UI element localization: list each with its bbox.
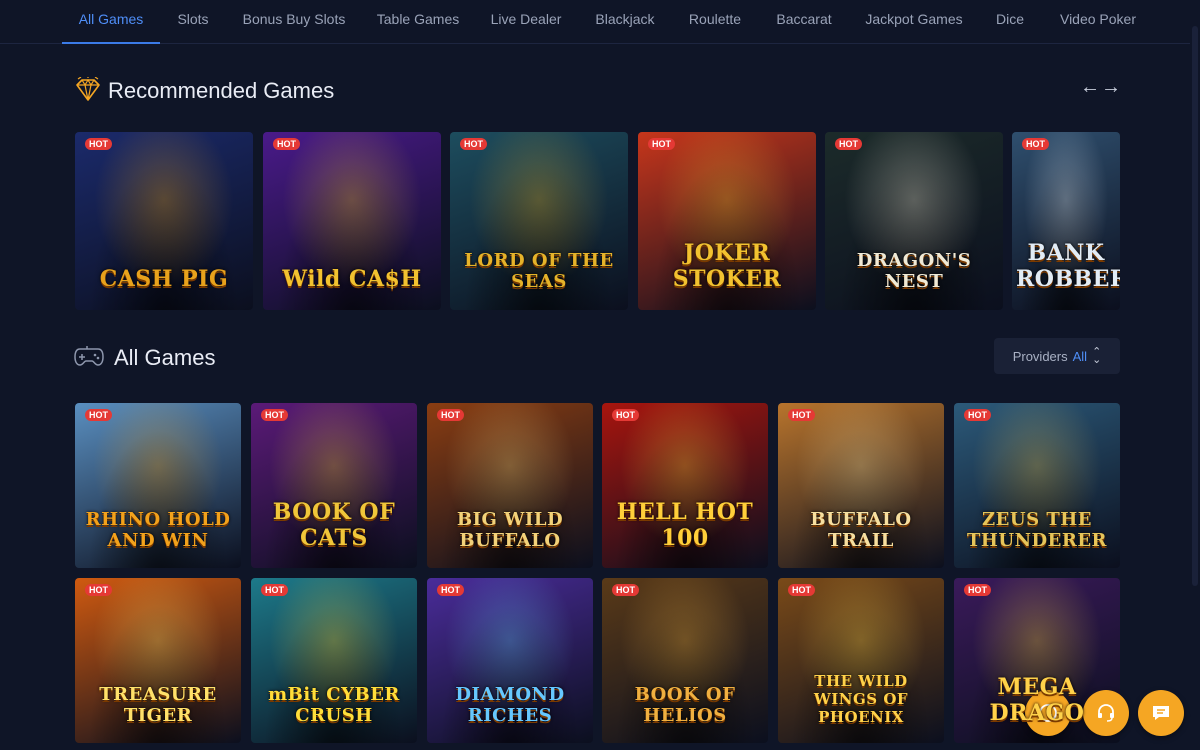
hot-badge: HOT xyxy=(648,138,675,150)
chevron-updown-icon: ⌃ ⌄ xyxy=(1092,346,1102,366)
hot-badge: HOT xyxy=(835,138,862,150)
game-title: LORD OF THE SEAS xyxy=(464,250,614,292)
game-tile-treasure-tiger[interactable]: HOT TREASURE TIGER xyxy=(75,578,241,743)
tab-slots[interactable]: Slots xyxy=(168,0,218,44)
tab-all-games[interactable]: All Games xyxy=(62,0,160,44)
game-title: mBit CYBER CRUSH xyxy=(268,684,400,726)
game-tile-rhino-hold-and-win[interactable]: HOT RHINO HOLD AND WIN xyxy=(75,403,241,568)
hot-badge: HOT xyxy=(788,584,815,596)
tab-roulette[interactable]: Roulette xyxy=(682,0,748,44)
hot-badge: HOT xyxy=(261,409,288,421)
game-tile-cash-pig[interactable]: HOT CASH PIG xyxy=(75,132,253,310)
arrow-left-icon[interactable]: ← xyxy=(1080,76,1100,99)
hot-badge: HOT xyxy=(261,584,288,596)
hot-badge: HOT xyxy=(460,138,487,150)
game-title: RHINO HOLD AND WIN xyxy=(85,509,231,551)
game-tile-book-of-helios[interactable]: HOT BOOK OF HELIOS xyxy=(602,578,768,743)
hot-badge: HOT xyxy=(437,584,464,596)
category-tabs: All Games Slots Bonus Buy Slots Table Ga… xyxy=(0,0,1200,44)
tab-video-poker[interactable]: Video Poker xyxy=(1052,0,1144,44)
tab-table-games[interactable]: Table Games xyxy=(372,0,464,44)
game-title: BIG WILD BUFFALO xyxy=(456,509,564,551)
all-games-title: All Games xyxy=(114,345,216,370)
game-title: TREASURE TIGER xyxy=(99,684,217,726)
hot-badge: HOT xyxy=(85,138,112,150)
game-tile-book-of-cats[interactable]: HOT BOOK OF CATS xyxy=(251,403,417,568)
game-tile-mega-drago[interactable]: HOT MEGA DRAGO xyxy=(954,578,1120,743)
hot-badge: HOT xyxy=(1022,138,1049,150)
game-title: DRAGON'S NEST xyxy=(856,250,972,292)
game-tile-wild-ca-h[interactable]: HOT Wild CA$H xyxy=(263,132,441,310)
hot-badge: HOT xyxy=(273,138,300,150)
scrollbar-thumb[interactable] xyxy=(1192,26,1198,586)
game-title: JOKER STOKER xyxy=(672,240,782,292)
game-title: THE WILD WINGS OF PHOENIX xyxy=(813,672,909,726)
tab-jackpot-games[interactable]: Jackpot Games xyxy=(860,0,968,44)
game-title: BOOK OF HELIOS xyxy=(634,684,736,726)
game-tile-dragon-s-nest[interactable]: HOT DRAGON'S NEST xyxy=(825,132,1003,310)
game-title: BANK ROBBERS xyxy=(1016,240,1120,292)
arrow-right-icon[interactable]: → xyxy=(1101,76,1121,99)
game-title: DIAMOND RICHES xyxy=(455,684,565,726)
game-tile-mbit-cyber-crush[interactable]: HOT mBit CYBER CRUSH xyxy=(251,578,417,743)
game-tile-buffalo-trail[interactable]: HOT BUFFALO TRAIL xyxy=(778,403,944,568)
tab-baccarat[interactable]: Baccarat xyxy=(768,0,840,44)
game-title: BOOK OF CATS xyxy=(272,499,396,551)
tab-dice[interactable]: Dice xyxy=(988,0,1032,44)
chat-icon xyxy=(1153,706,1169,720)
tab-bonus-buy-slots[interactable]: Bonus Buy Slots xyxy=(236,0,352,44)
page-scrollbar[interactable] xyxy=(1190,0,1200,750)
game-title: CASH PIG xyxy=(99,266,229,292)
recommended-title: Recommended Games xyxy=(108,78,335,103)
game-title: Wild CA$H xyxy=(282,266,422,292)
hot-badge: HOT xyxy=(85,584,112,596)
game-tile-big-wild-buffalo[interactable]: HOT BIG WILD BUFFALO xyxy=(427,403,593,568)
hot-badge: HOT xyxy=(964,409,991,421)
hot-badge: HOT xyxy=(437,409,464,421)
game-tile-lord-of-the-seas[interactable]: HOT LORD OF THE SEAS xyxy=(450,132,628,310)
hot-badge: HOT xyxy=(788,409,815,421)
hot-badge: HOT xyxy=(612,584,639,596)
providers-value: All xyxy=(1072,348,1088,364)
game-tile-diamond-riches[interactable]: HOT DIAMOND RICHES xyxy=(427,578,593,743)
game-tile-bank-robbers[interactable]: HOT BANK ROBBERS xyxy=(1012,132,1120,310)
tab-live-dealer[interactable]: Live Dealer xyxy=(484,0,568,44)
gamepad-icon xyxy=(74,346,104,366)
providers-label: Providers xyxy=(1012,348,1068,364)
game-title: MEGA DRAGO xyxy=(989,674,1085,726)
providers-select[interactable]: Providers All ⌃ ⌄ xyxy=(994,338,1120,374)
game-tile-joker-stoker[interactable]: HOT JOKER STOKER xyxy=(638,132,816,310)
chat-button[interactable] xyxy=(1138,690,1184,736)
game-tile-zeus-the-thunderer[interactable]: HOT ZEUS THE THUNDERER xyxy=(954,403,1120,568)
tab-blackjack[interactable]: Blackjack xyxy=(588,0,662,44)
game-title: HELL HOT 100 xyxy=(616,499,754,551)
hot-badge: HOT xyxy=(85,409,112,421)
game-tile-the-wild-wings-of-phoenix[interactable]: HOT THE WILD WINGS OF PHOENIX xyxy=(778,578,944,743)
game-title: BUFFALO TRAIL xyxy=(810,509,912,551)
hot-badge: HOT xyxy=(612,409,639,421)
game-title: ZEUS THE THUNDERER xyxy=(966,509,1108,551)
hot-badge: HOT xyxy=(964,584,991,596)
game-tile-hell-hot-100[interactable]: HOT HELL HOT 100 xyxy=(602,403,768,568)
diamond-icon xyxy=(76,77,100,101)
